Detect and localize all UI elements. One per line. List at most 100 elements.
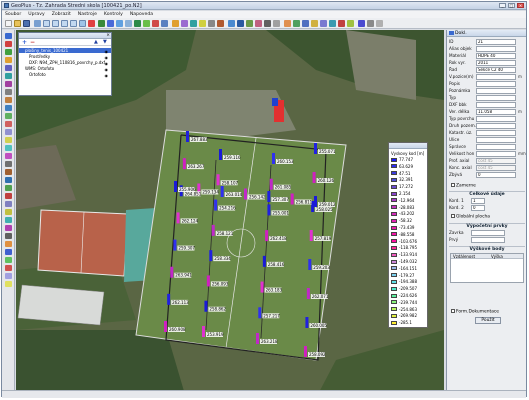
tool-icon[interactable] (217, 20, 224, 27)
help-icon[interactable] (376, 20, 383, 27)
elevation-bar[interactable] (314, 143, 317, 154)
menu-nastroje[interactable]: Nastroje (78, 12, 97, 17)
property-input[interactable] (476, 151, 516, 157)
attribute-tool-icon[interactable] (5, 257, 12, 263)
property-input[interactable] (476, 46, 516, 52)
maximize-button[interactable]: □ (508, 3, 515, 8)
column-header[interactable]: Vzdálenost (453, 254, 475, 259)
elevation-bar[interactable] (219, 149, 222, 160)
elevation-bar[interactable] (204, 300, 208, 312)
height-points-table[interactable]: Vzdálenost Výška (450, 253, 524, 283)
property-input[interactable] (476, 137, 516, 143)
column-header[interactable]: Výška (491, 254, 503, 259)
eye-icon[interactable]: ◉ (105, 67, 109, 72)
highlight-icon[interactable] (199, 20, 206, 27)
terrain-icon[interactable] (246, 20, 253, 27)
property-input[interactable]: 2011 (476, 60, 516, 66)
array-tool-icon[interactable] (5, 217, 12, 223)
elevation-bar[interactable] (314, 196, 317, 207)
elevation-bar[interactable] (260, 281, 264, 293)
elevation-bar[interactable] (305, 317, 309, 328)
label-icon[interactable] (311, 20, 318, 27)
apply-button[interactable]: Použít (475, 317, 501, 324)
refresh-icon[interactable] (98, 20, 105, 27)
copy-tool-icon[interactable] (5, 201, 12, 207)
trim-tool-icon[interactable] (5, 177, 12, 183)
elevation-bar[interactable] (290, 193, 294, 205)
elevation-bar[interactable] (304, 346, 307, 357)
field-input[interactable]: 1 (471, 198, 485, 204)
zamerne-checkbox[interactable]: Zamerne (451, 183, 476, 189)
split-tool-icon[interactable] (5, 153, 12, 159)
property-input[interactable]: cost 45 (476, 165, 516, 171)
elevation-bar[interactable] (216, 174, 220, 186)
elevation-bar[interactable] (272, 153, 275, 164)
save-icon[interactable] (23, 20, 30, 27)
elevation-bar[interactable] (256, 333, 259, 344)
property-input[interactable] (476, 144, 516, 150)
style-icon[interactable] (181, 20, 188, 27)
profile-icon[interactable] (228, 20, 235, 27)
stretch-tool-icon[interactable] (5, 233, 12, 239)
property-input[interactable] (476, 102, 516, 108)
grid-icon[interactable] (208, 20, 215, 27)
about-icon[interactable] (367, 20, 374, 27)
graph-icon[interactable] (329, 20, 336, 27)
menu-kontroly[interactable]: Kontroly (104, 12, 123, 17)
polygon-tool-icon[interactable] (5, 57, 12, 63)
export-icon[interactable] (284, 20, 291, 27)
report-icon[interactable] (302, 20, 309, 27)
zoom-out-icon[interactable] (52, 20, 59, 27)
layer-item-active[interactable]: plošiny_tenis_100421 (19, 48, 111, 53)
extend-tool-icon[interactable] (5, 185, 12, 191)
elevation-bar[interactable] (306, 288, 310, 299)
warning-icon[interactable] (338, 20, 345, 27)
new-file-icon[interactable] (5, 20, 12, 27)
elevation-bar[interactable] (267, 191, 271, 202)
snap-icon[interactable] (190, 20, 197, 27)
zoom-extent-icon[interactable] (61, 20, 68, 27)
close-button[interactable]: × (517, 3, 524, 8)
layer-item[interactable]: Ortofoto (19, 72, 111, 77)
measure-icon[interactable] (161, 20, 168, 27)
open-folder-icon[interactable] (14, 20, 21, 27)
eye-icon[interactable]: ◉ (105, 61, 109, 66)
check-icon[interactable] (347, 20, 354, 27)
field-select[interactable] (471, 237, 505, 243)
arc-tool-icon[interactable] (5, 73, 12, 79)
property-input[interactable] (476, 88, 516, 94)
globalni-checkbox[interactable]: Globální plocha (451, 214, 490, 220)
pointer-tool-icon[interactable] (5, 33, 12, 39)
property-input[interactable]: HDPE 40 (476, 53, 516, 59)
remove-layer-icon[interactable]: − (30, 39, 35, 46)
elevation-bar[interactable] (170, 266, 174, 278)
offset-tool-icon[interactable] (5, 169, 12, 175)
menu-soubor[interactable]: Soubor (5, 12, 21, 17)
hydrant-tool-icon[interactable] (5, 121, 12, 127)
options-icon[interactable] (273, 20, 280, 27)
point-tool-icon[interactable] (5, 41, 12, 47)
elevation-bar[interactable] (269, 178, 273, 190)
info-icon[interactable] (358, 20, 365, 27)
layer-item[interactable]: WMS: Ortofoto (19, 66, 111, 71)
block-tool-icon[interactable] (5, 249, 12, 255)
shaft-tool-icon[interactable] (5, 129, 12, 135)
elevation-bar[interactable] (164, 321, 167, 332)
elevation-bar[interactable] (186, 131, 189, 142)
close-icon[interactable]: × (106, 33, 110, 38)
field-select[interactable] (471, 230, 505, 236)
menu-zobrazit[interactable]: Zobrazit (52, 12, 71, 17)
add-line-icon[interactable] (143, 20, 150, 27)
property-input[interactable] (476, 81, 516, 87)
menu-napoveda[interactable]: Napoveda (130, 12, 153, 17)
elevation-bar[interactable] (176, 212, 180, 224)
elevation-bar[interactable] (173, 239, 177, 251)
delete-icon[interactable] (152, 20, 159, 27)
raster-tool-icon[interactable] (5, 273, 12, 279)
field-input[interactable]: 0 (471, 205, 485, 211)
elevation-bar[interactable] (211, 224, 215, 236)
minimize-button[interactable]: _ (499, 3, 506, 8)
scale-tool-icon[interactable] (5, 225, 12, 231)
move-up-icon[interactable]: ▲ (94, 39, 98, 45)
elevation-bar[interactable] (262, 255, 266, 267)
